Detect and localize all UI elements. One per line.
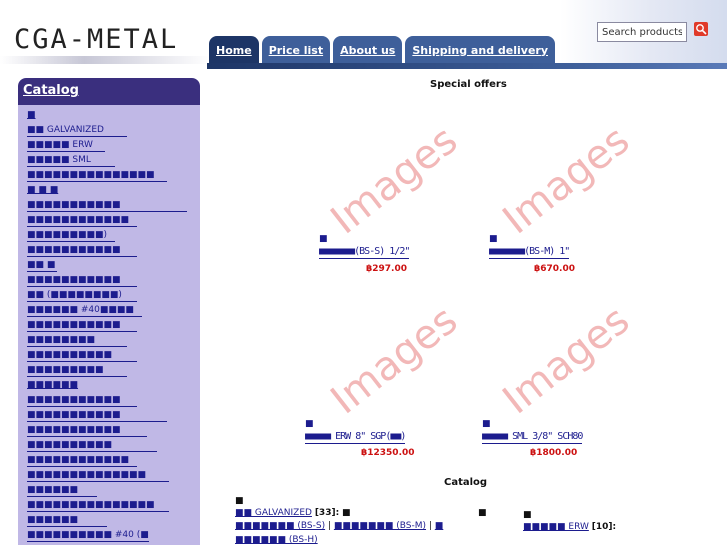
product-name: ■■■■■ ERW 8" SGP(■■) <box>305 431 406 442</box>
sidebar-item[interactable]: ■■■■■■■■■■■ <box>27 273 137 287</box>
sidebar-item[interactable]: ■■■■■■■■■■■■ <box>27 453 137 467</box>
catalog-count: [10]: <box>591 522 617 532</box>
sidebar-item[interactable]: ■■■■■■■■■■ <box>27 438 157 452</box>
sidebar-item[interactable]: ■■■■■■■■■■■ <box>27 423 147 437</box>
search-button[interactable] <box>694 22 708 36</box>
catalog-link-galvanized[interactable]: ■■ GALVANIZED <box>235 508 312 518</box>
catalog-link-bs-s[interactable]: ■■■■■■■ (BS-S) <box>235 521 325 531</box>
sidebar-item[interactable]: ■■■■■■■■■■■■■■ <box>27 468 169 482</box>
catalog-marker: ■ <box>478 508 487 518</box>
sidebar-item[interactable]: ■■■■■■■■■■■■ <box>27 213 137 227</box>
catalog-row: ■■ GALVANIZED [33]: ■ <box>235 508 351 518</box>
sidebar-title: Catalog <box>18 78 200 105</box>
product-name: ■■■■■■■(BS-S) 1/2" <box>319 246 410 257</box>
product-name: ■■■■■ SML 3/8" SCH80 <box>482 431 583 442</box>
logo-underline <box>0 56 210 64</box>
catalog-count: [33]: <box>314 508 340 518</box>
sidebar-item-erw[interactable]: ■■■■■ ERW <box>27 138 105 152</box>
product-image-placeholder[interactable]: Images <box>318 297 478 423</box>
sidebar-item[interactable]: ■■■■■■ <box>27 378 191 392</box>
sidebar-item-galvanized[interactable]: ■■ GALVANIZED <box>27 123 127 137</box>
tab-home[interactable]: Home <box>209 36 259 64</box>
product-name-link[interactable]: ■■■■■■■(BS-S) 1/2" <box>319 246 410 259</box>
main-nav: Home Price list About us Shipping and de… <box>209 36 555 64</box>
catalog-row: ■■■■■ ERW [10]: <box>523 522 616 532</box>
catalog-row: ■■■■■■ (BS-H) <box>235 535 318 545</box>
product-image-placeholder[interactable]: Images <box>490 297 650 423</box>
sidebar-item[interactable]: ■■■■■■■■■■■ <box>27 243 137 257</box>
catalog-marker: ■ <box>342 508 351 518</box>
special-offers-title: Special offers <box>430 79 507 90</box>
sidebar-item[interactable]: ■■ (■■■■■■■■) <box>27 288 137 302</box>
product-image-placeholder[interactable]: Images <box>318 117 478 243</box>
sidebar: Catalog ■ ■■ GALVANIZED ■■■■■ ERW ■■■■■ … <box>18 78 200 545</box>
sidebar-item[interactable]: ■■■■■■■■■■ #40 (■ <box>27 528 149 542</box>
catalog-link-bs-h[interactable]: ■■■■■■ (BS-H) <box>235 535 318 545</box>
product-name-link[interactable]: ■■■■■ SML 3/8" SCH80 <box>482 431 583 444</box>
sidebar-category-list: ■ ■■ GALVANIZED ■■■■■ ERW ■■■■■ SML ■■■■… <box>18 105 200 545</box>
sidebar-item[interactable]: ■■■■■■■■■■■ <box>27 198 187 212</box>
product-icon: ■ <box>489 234 498 244</box>
sidebar-item[interactable]: ■■■■■■ #40■■■■ <box>27 303 142 317</box>
sidebar-item[interactable]: ■■■■■■■■■■■■■■■ <box>27 168 167 182</box>
catalog-title: Catalog <box>444 477 488 488</box>
product-name-link[interactable]: ■■■■■ ERW 8" SGP(■■) <box>305 431 406 444</box>
placeholder-text: Images <box>495 130 638 235</box>
sidebar-item[interactable]: ■■■■■■■■■■■ <box>27 318 137 332</box>
product-name: ■■■■■■■(BS-M) 1" <box>489 246 570 257</box>
sidebar-item[interactable]: ■■ ■ <box>27 258 57 272</box>
placeholder-text: Images <box>323 130 466 235</box>
sidebar-title-link[interactable]: Catalog <box>23 83 79 98</box>
site-logo[interactable]: CGA-METAL <box>14 24 178 55</box>
catalog-icon: ■ <box>523 510 532 520</box>
product-name-link[interactable]: ■■■■■■■(BS-M) 1" <box>489 246 570 259</box>
product-price: ฿670.00 <box>534 264 575 274</box>
tab-price-list[interactable]: Price list <box>261 36 331 64</box>
product-price: ฿297.00 <box>366 264 407 274</box>
tab-shipping[interactable]: Shipping and delivery <box>405 36 555 64</box>
catalog-link-bs-m[interactable]: ■■■■■■■ (BS-M) <box>334 521 426 531</box>
sidebar-item[interactable]: ■■■■■■■■ <box>27 333 127 347</box>
sidebar-item[interactable]: ■■■■■■■■■ <box>27 363 127 377</box>
search-input[interactable] <box>597 22 687 42</box>
sidebar-item[interactable]: ■■■■■■■■■■■ <box>27 393 137 407</box>
sidebar-item[interactable]: ■■■■■■■■■) <box>27 228 115 242</box>
catalog-link[interactable]: ■ <box>435 521 444 531</box>
sidebar-item[interactable]: ■■■■■■■■■■■■■■■ <box>27 498 169 512</box>
search-icon <box>696 24 707 35</box>
nav-bar <box>207 63 727 69</box>
placeholder-text: Images <box>323 310 466 415</box>
tab-about-us[interactable]: About us <box>333 36 403 64</box>
product-image-placeholder[interactable]: Images <box>490 117 650 243</box>
catalog-link-erw[interactable]: ■■■■■ ERW <box>523 522 589 532</box>
sidebar-item[interactable]: ■ <box>27 108 191 122</box>
product-icon: ■ <box>305 419 314 429</box>
sidebar-item[interactable]: ■■■■■■ <box>27 483 97 497</box>
sidebar-item[interactable]: ■■■■■■■■■■■ <box>27 408 167 422</box>
sidebar-item-sml[interactable]: ■■■■■ SML <box>27 153 115 167</box>
catalog-icon: ■ <box>235 496 244 506</box>
product-icon: ■ <box>319 234 328 244</box>
product-price: ฿12350.00 <box>361 448 415 458</box>
header: CGA-METAL Home Price list About us Shipp… <box>0 0 727 69</box>
sidebar-item[interactable]: ■ ■ ■ <box>27 183 191 197</box>
placeholder-text: Images <box>495 310 638 415</box>
sidebar-item[interactable]: ■■■■■■ <box>27 513 107 527</box>
main-content: Special offers Images ■ ■■■■■■■(BS-S) 1/… <box>208 70 727 545</box>
catalog-row: ■■■■■■■ (BS-S) | ■■■■■■■ (BS-M) | ■ <box>235 521 444 531</box>
product-price: ฿1800.00 <box>530 448 578 458</box>
product-icon: ■ <box>482 419 491 429</box>
sidebar-item[interactable]: ■■■■■■■■■■ <box>27 348 137 362</box>
